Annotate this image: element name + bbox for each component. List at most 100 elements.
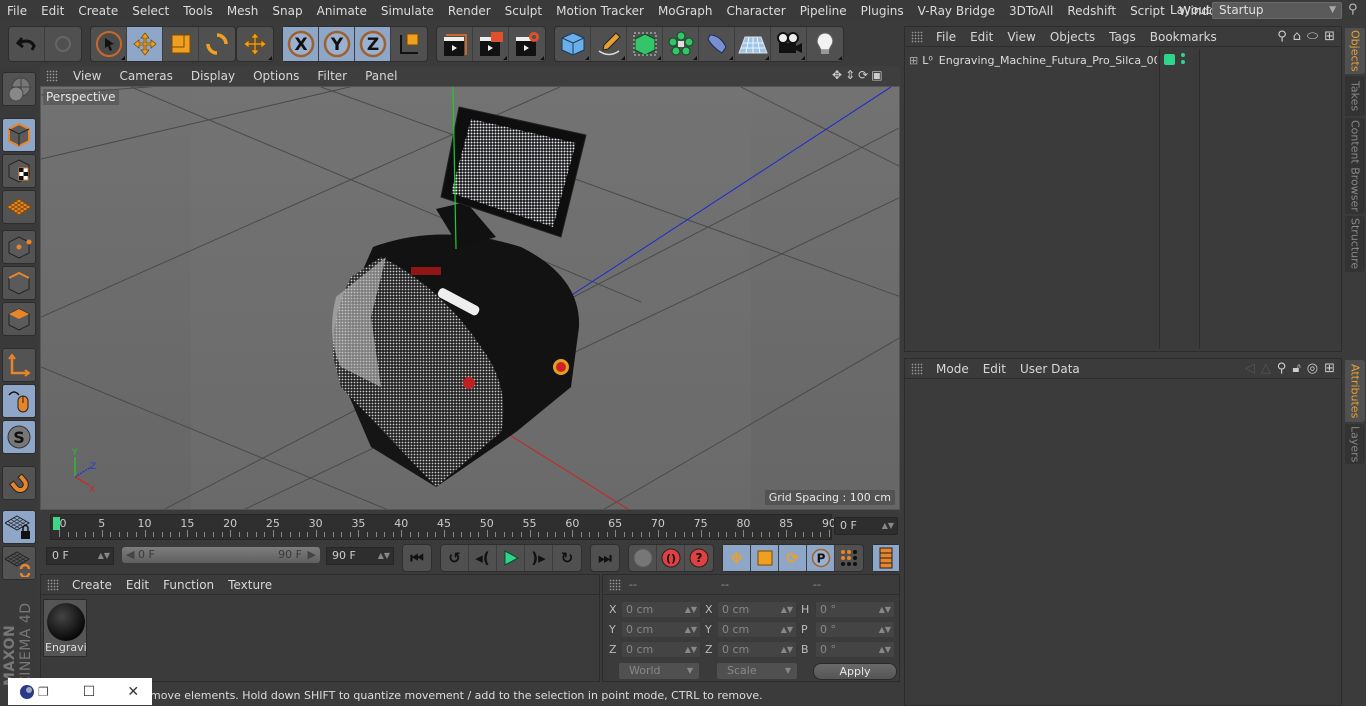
tab-takes[interactable]: Takes xyxy=(1345,76,1365,116)
key-position-button[interactable]: ✥ xyxy=(723,545,751,571)
search-icon[interactable]: ⚲ xyxy=(1277,361,1287,376)
rotation-field[interactable]: 0 ° ▲▼ xyxy=(815,601,895,618)
rotation-field[interactable]: 0 ° ▲▼ xyxy=(815,641,895,658)
prev-key-button[interactable]: ↺ xyxy=(441,545,469,571)
search-icon[interactable]: ⚲ xyxy=(1277,29,1287,44)
render-view-button[interactable] xyxy=(437,27,473,61)
panel-grip-icon[interactable] xyxy=(911,30,923,43)
cube-button[interactable] xyxy=(555,27,591,61)
workplane-align-button[interactable] xyxy=(2,546,36,580)
camera-label[interactable]: Perspective xyxy=(43,89,119,105)
menu-script[interactable]: Script xyxy=(1123,4,1172,18)
menu-sculpt[interactable]: Sculpt xyxy=(498,4,549,18)
object-menu-objects[interactable]: Objects xyxy=(1043,30,1102,44)
layout-select[interactable]: Startup ▼ xyxy=(1212,2,1342,19)
edges-mode-button[interactable] xyxy=(2,266,36,300)
render-visibility-dot[interactable] xyxy=(1181,60,1185,64)
tab-content-browser[interactable]: Content Browser xyxy=(1345,118,1365,214)
viewport-menu-panel[interactable]: Panel xyxy=(356,69,406,83)
menu-simulate[interactable]: Simulate xyxy=(374,4,441,18)
up-icon[interactable]: △ xyxy=(1261,361,1271,376)
stepper-icon[interactable]: ▲▼ xyxy=(879,602,891,617)
position-field[interactable]: 0 cm ▲▼ xyxy=(621,621,701,638)
stepper-icon[interactable]: ▲▼ xyxy=(781,602,793,617)
object-menu-view[interactable]: View xyxy=(1000,30,1042,44)
stepper-icon[interactable]: ▲▼ xyxy=(879,642,891,657)
material-menu-create[interactable]: Create xyxy=(65,578,119,592)
viewport-perspective[interactable]: Y Z X Perspective Grid Spacing : 100 cm xyxy=(40,86,900,510)
back-icon[interactable]: ◁ xyxy=(1245,361,1255,376)
home-icon[interactable]: ⌂ xyxy=(1293,29,1301,44)
restore-icon[interactable]: ❐ xyxy=(38,685,49,699)
menu-plugins[interactable]: Plugins xyxy=(854,4,911,18)
material-thumbnail[interactable]: Engravin xyxy=(43,599,87,657)
stepper-icon[interactable]: ▲▼ xyxy=(685,602,697,617)
material-menu-texture[interactable]: Texture xyxy=(221,578,279,592)
record-keys-button[interactable] xyxy=(629,545,657,571)
deformer-button[interactable] xyxy=(699,27,735,61)
pen-button[interactable] xyxy=(591,27,627,61)
timeline-ruler[interactable]: 0 5 10 15 20 25 30 35 40 45 50 55 60 65 70 75 80 85 90 xyxy=(50,514,836,540)
timeline-window-button[interactable] xyxy=(873,545,899,571)
rotate-tool-button[interactable] xyxy=(199,27,235,61)
points-mode-button[interactable] xyxy=(2,230,36,264)
menu-redshift[interactable]: Redshift xyxy=(1060,4,1123,18)
object-name[interactable]: Engraving_Machine_Futura_Pro_Silca_001 xyxy=(939,54,1157,67)
position-field[interactable]: 0 cm ▲▼ xyxy=(621,641,701,658)
cloner-button[interactable] xyxy=(663,27,699,61)
panel-grip-icon[interactable] xyxy=(47,578,59,591)
autokey-button[interactable]: () xyxy=(657,545,685,571)
size-mode-select[interactable]: Scale ▼ xyxy=(717,663,797,679)
stepper-icon[interactable]: ▲▼ xyxy=(685,622,697,637)
prev-frame-button[interactable]: ◂( xyxy=(469,545,497,571)
redo-button[interactable] xyxy=(45,27,81,61)
locked-workplane-button[interactable] xyxy=(2,510,36,544)
expand-icon[interactable]: ⊞ xyxy=(909,54,918,67)
tab-structure[interactable]: Structure xyxy=(1345,216,1365,272)
snap-button[interactable] xyxy=(2,466,36,500)
panel-grip-icon[interactable] xyxy=(609,578,621,591)
light-button[interactable] xyxy=(807,27,843,61)
lock-icon[interactable]: 🔓︎ xyxy=(1292,361,1300,376)
tab-objects[interactable]: Objects xyxy=(1345,28,1365,74)
workplane-mode-button[interactable] xyxy=(2,190,36,224)
visibility-icon[interactable]: ⬭ xyxy=(1307,29,1318,44)
size-field[interactable]: 0 cm ▲▼ xyxy=(717,601,797,618)
menu-select[interactable]: Select xyxy=(125,4,176,18)
z-axis-button[interactable]: Z xyxy=(355,27,391,61)
keyframe-selection-button[interactable]: ? xyxy=(685,545,713,571)
floor-button[interactable] xyxy=(735,27,771,61)
new-panel-icon[interactable]: ⊞ xyxy=(1324,361,1335,376)
orbit-icon[interactable]: ⟳ xyxy=(858,68,868,82)
key-parameter-button[interactable]: P xyxy=(807,545,835,571)
object-row[interactable]: ⊞ L⁰ Engraving_Machine_Futura_Pro_Silca_… xyxy=(905,49,1341,349)
position-field[interactable]: 0 cm ▲▼ xyxy=(621,601,701,618)
goto-start-button[interactable]: ⏮ xyxy=(403,545,431,571)
play-button[interactable] xyxy=(497,545,525,571)
menu-mesh[interactable]: Mesh xyxy=(220,4,266,18)
target-icon[interactable]: ◎ xyxy=(1307,361,1318,376)
stepper-icon[interactable]: ▲▼ xyxy=(781,642,793,657)
move-tool-button[interactable] xyxy=(127,27,163,61)
panel-grip-icon[interactable] xyxy=(911,362,923,375)
object-menu-bookmarks[interactable]: Bookmarks xyxy=(1143,30,1224,44)
tab-attributes[interactable]: Attributes xyxy=(1345,360,1365,422)
menu-3dtoall[interactable]: 3DToAll xyxy=(1002,4,1060,18)
viewport-menu-view[interactable]: View xyxy=(64,69,110,83)
attribute-menu-user-data[interactable]: User Data xyxy=(1013,362,1087,376)
attribute-menu-edit[interactable]: Edit xyxy=(976,362,1013,376)
menu-render[interactable]: Render xyxy=(441,4,498,18)
menu-pipeline[interactable]: Pipeline xyxy=(793,4,854,18)
menu-snap[interactable]: Snap xyxy=(265,4,309,18)
range-left-arrow-icon[interactable]: ◀ xyxy=(126,547,134,563)
menu-file[interactable]: File xyxy=(0,4,34,18)
key-pla-button[interactable] xyxy=(835,545,863,571)
menu-character[interactable]: Character xyxy=(719,4,792,18)
material-menu-edit[interactable]: Edit xyxy=(119,578,156,592)
size-field[interactable]: 0 cm ▲▼ xyxy=(717,641,797,658)
coordinate-mode-select[interactable]: World ▼ xyxy=(619,663,699,679)
undo-button[interactable] xyxy=(9,27,45,61)
viewport-menu-cameras[interactable]: Cameras xyxy=(110,69,181,83)
layer-color-tag[interactable] xyxy=(1164,54,1175,65)
maximize-view-icon[interactable]: ▣ xyxy=(871,68,882,82)
